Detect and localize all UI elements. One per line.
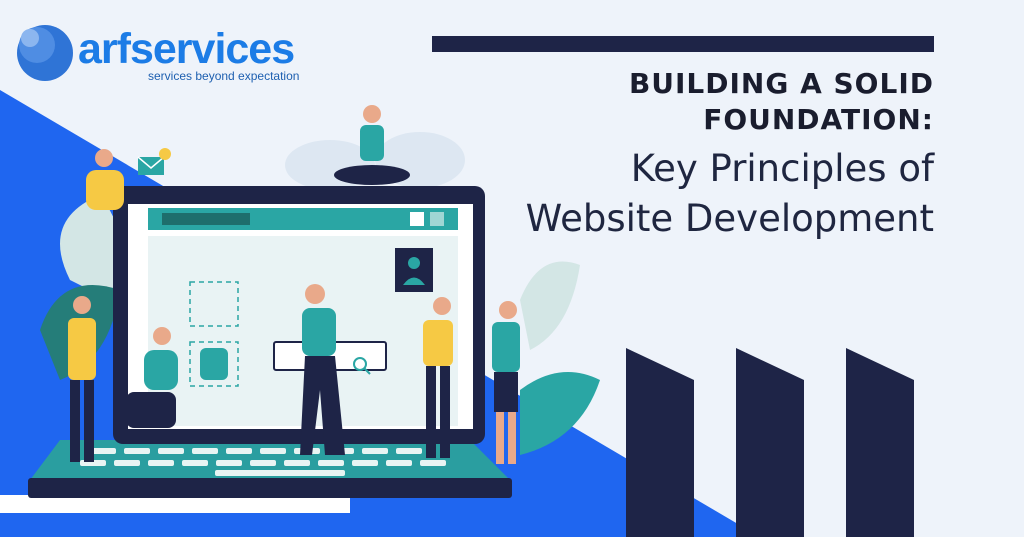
heading-line-3: Key Principles of: [630, 147, 934, 190]
brand-name: arfservices: [78, 25, 295, 73]
brand-tagline: services beyond expectation: [148, 69, 300, 83]
heading-line-2: FOUNDATION:: [703, 103, 934, 136]
profile-card-icon: [395, 248, 433, 292]
image-block: [200, 348, 228, 380]
heading-line-1: BUILDING A SOLID: [628, 67, 934, 100]
navy-stripe-2: [736, 348, 804, 537]
laptop-edge: [28, 478, 512, 498]
leaf-right-light: [520, 261, 580, 350]
navy-stripe-1: [626, 348, 694, 537]
browser-address-bar: [162, 213, 250, 225]
globe-dots-icon: [17, 25, 73, 81]
navy-stripe-3: [846, 348, 914, 537]
notification-envelope-icon: [137, 148, 171, 175]
heading-line-4: Website Development: [525, 197, 934, 240]
navy-header-bar: [432, 36, 934, 52]
